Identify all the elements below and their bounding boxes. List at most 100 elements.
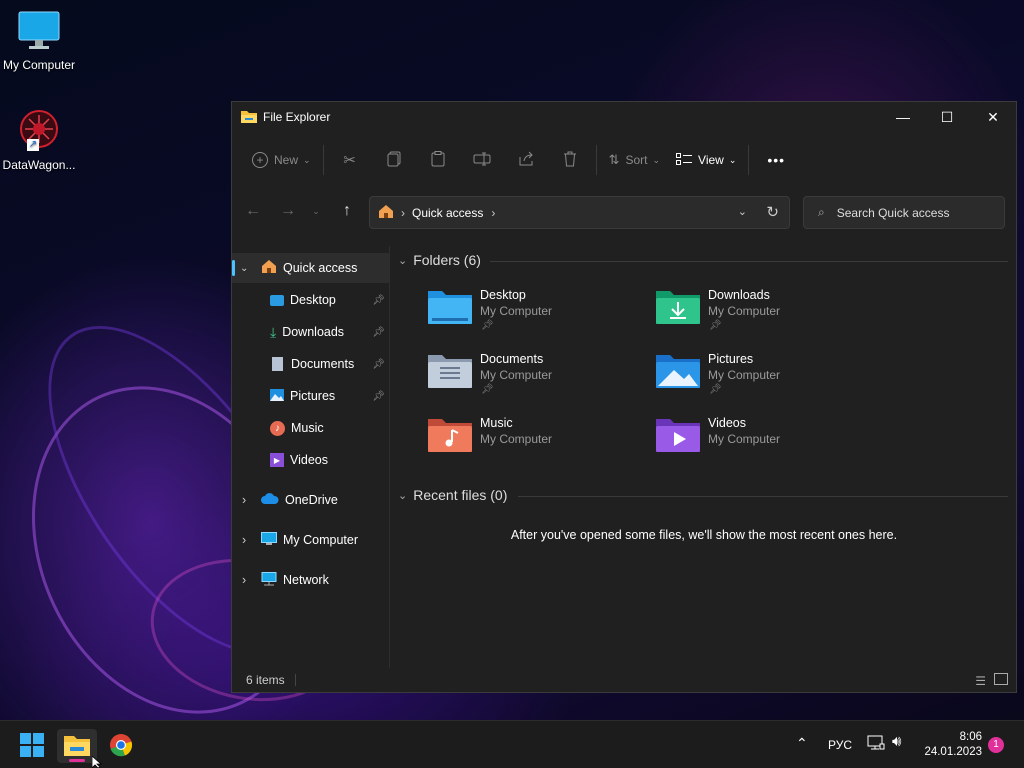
clock-date: 24.01.2023 (924, 746, 982, 758)
chevron-right-icon: › (242, 533, 247, 547)
active-app-indicator (69, 759, 85, 762)
sidebar-item-quick-access[interactable]: ⌄ Quick access (232, 253, 389, 283)
breadcrumb-quick-access[interactable]: Quick access (412, 206, 483, 220)
folder-tile-downloads[interactable]: Downloads My Computer 📌︎ (656, 284, 876, 344)
search-placeholder: Search Quick access (836, 205, 950, 220)
view-button[interactable]: View ⌄ (668, 143, 744, 177)
download-arrow-icon: ⤓ (270, 323, 277, 340)
copy-button[interactable] (372, 143, 416, 177)
more-options-button[interactable]: ••• (759, 143, 793, 177)
sidebar-item-network[interactable]: › Network (232, 565, 389, 595)
folder-tile-pictures[interactable]: Pictures My Computer 📌︎ (656, 348, 876, 408)
windows-logo-icon (20, 732, 44, 760)
volume-icon[interactable]: 🔊︎ (892, 733, 901, 750)
chevron-right-icon: › (242, 493, 247, 507)
recent-locations-button[interactable]: ⌄ (308, 200, 324, 222)
breadcrumb-chevron-icon: › (401, 205, 405, 220)
video-icon: ▶ (270, 453, 284, 467)
section-divider (490, 261, 1008, 262)
back-button[interactable]: ← (242, 200, 264, 222)
navigation-bar: ← → ⌄ ↑ › Quick access › ⌄ ↻ ⌕ Search Qu… (232, 192, 1016, 232)
sidebar-item-my-computer[interactable]: › My Computer (232, 525, 389, 555)
taskbar-file-explorer[interactable] (57, 729, 97, 763)
address-bar[interactable]: › Quick access › ⌄ ↻ (369, 196, 790, 229)
sidebar-item-label: Music (291, 421, 324, 435)
cloud-icon (261, 493, 279, 507)
desktop-icon (270, 294, 284, 306)
cut-button[interactable]: ✂ (328, 143, 372, 177)
up-button[interactable]: ↑ (336, 200, 358, 222)
start-button[interactable] (12, 729, 52, 763)
details-view-icon[interactable]: ☰ (975, 674, 986, 688)
sidebar-item-label: Desktop (290, 293, 336, 307)
status-divider (294, 674, 296, 686)
search-box[interactable]: ⌕ Search Quick access (803, 196, 1005, 229)
folder-location: My Computer (708, 432, 781, 446)
monitor-icon (261, 531, 277, 549)
tiles-view-icon[interactable] (994, 673, 1008, 685)
pin-icon: 📌︎ (481, 320, 494, 331)
folder-name: Desktop (480, 288, 526, 302)
paste-button[interactable] (416, 143, 460, 177)
desktop-folder-icon (428, 288, 472, 327)
desktop-icon-my-computer[interactable]: My Computer (1, 10, 77, 72)
sidebar-item-videos[interactable]: ▶ Videos (232, 445, 389, 475)
music-folder-icon (428, 416, 472, 455)
toolbar-divider (748, 145, 750, 175)
minimize-button[interactable]: — (880, 102, 926, 132)
sidebar-item-onedrive[interactable]: › OneDrive (232, 485, 389, 515)
sidebar-item-pictures[interactable]: Pictures 📌︎ (232, 381, 389, 411)
navigation-pane: ⌄ Quick access Desktop 📌︎ ⤓ Downloads 📌︎… (232, 246, 390, 668)
sidebar-item-downloads[interactable]: ⤓ Downloads 📌︎ (232, 317, 389, 347)
folder-name: Music (480, 416, 513, 430)
monitor-icon (1, 10, 77, 55)
refresh-icon[interactable]: ↻ (766, 203, 779, 221)
sidebar-item-desktop[interactable]: Desktop 📌︎ (232, 285, 389, 315)
chevron-right-icon: › (242, 573, 247, 587)
forward-button[interactable]: → (277, 200, 299, 222)
folder-location: My Computer (480, 304, 553, 318)
folder-location: My Computer (480, 368, 553, 382)
input-language[interactable]: РУС (828, 738, 852, 752)
folder-name: Documents (480, 352, 544, 366)
folder-tile-music[interactable]: Music My Computer (428, 412, 648, 472)
scissors-icon: ✂ (343, 152, 356, 169)
sort-label: Sort (625, 153, 648, 167)
address-dropdown-icon[interactable]: ⌄ (738, 205, 747, 218)
sidebar-item-music[interactable]: ♪ Music (232, 413, 389, 443)
clipboard-icon (431, 150, 445, 170)
show-hidden-icons-chevron-icon[interactable]: ⌃ (796, 735, 808, 752)
close-button[interactable]: ✕ (970, 102, 1016, 132)
clock[interactable]: 8:06 24.01.2023 (918, 730, 982, 760)
notification-badge[interactable]: 1 (988, 737, 1004, 753)
taskbar-chrome[interactable] (101, 729, 141, 763)
recent-files-section-header[interactable]: ⌄ Recent files (0) (398, 487, 507, 503)
sidebar-item-label: Pictures (290, 389, 336, 403)
folder-tile-documents[interactable]: Documents My Computer 📌︎ (428, 348, 648, 408)
rename-icon (473, 152, 491, 169)
document-icon (272, 357, 283, 371)
folder-tile-desktop[interactable]: Desktop My Computer 📌︎ (428, 284, 648, 344)
sidebar-item-label: My Computer (283, 533, 359, 547)
chrome-icon (109, 733, 133, 760)
sidebar-item-documents[interactable]: Documents 📌︎ (232, 349, 389, 379)
mouse-pointer-icon (91, 755, 104, 768)
sort-button[interactable]: ⇅ Sort ⌄ (601, 143, 668, 177)
share-button[interactable] (504, 143, 548, 177)
desktop-icon-datawagon[interactable]: ↗ DataWagon... (1, 107, 77, 172)
folder-icon (241, 109, 257, 126)
folders-section-header[interactable]: ⌄ Folders (6) (398, 252, 481, 268)
folder-location: My Computer (480, 432, 553, 446)
command-bar: + New ⌄ ✂ ⇅ Sort ⌄ View ⌄ ••• (232, 132, 1016, 188)
delete-button[interactable] (548, 143, 592, 177)
network-status-icon[interactable] (867, 735, 885, 754)
folders-header-label: Folders (6) (413, 252, 481, 268)
rename-button[interactable] (460, 143, 504, 177)
new-button[interactable]: + New ⌄ (244, 143, 319, 177)
pin-icon: 📌︎ (372, 326, 385, 338)
folder-tile-videos[interactable]: Videos My Computer (656, 412, 876, 472)
chevron-down-icon: ⌄ (398, 254, 408, 267)
pin-icon: 📌︎ (709, 384, 722, 395)
maximize-button[interactable]: ☐ (924, 102, 970, 132)
view-label: View (698, 153, 724, 167)
